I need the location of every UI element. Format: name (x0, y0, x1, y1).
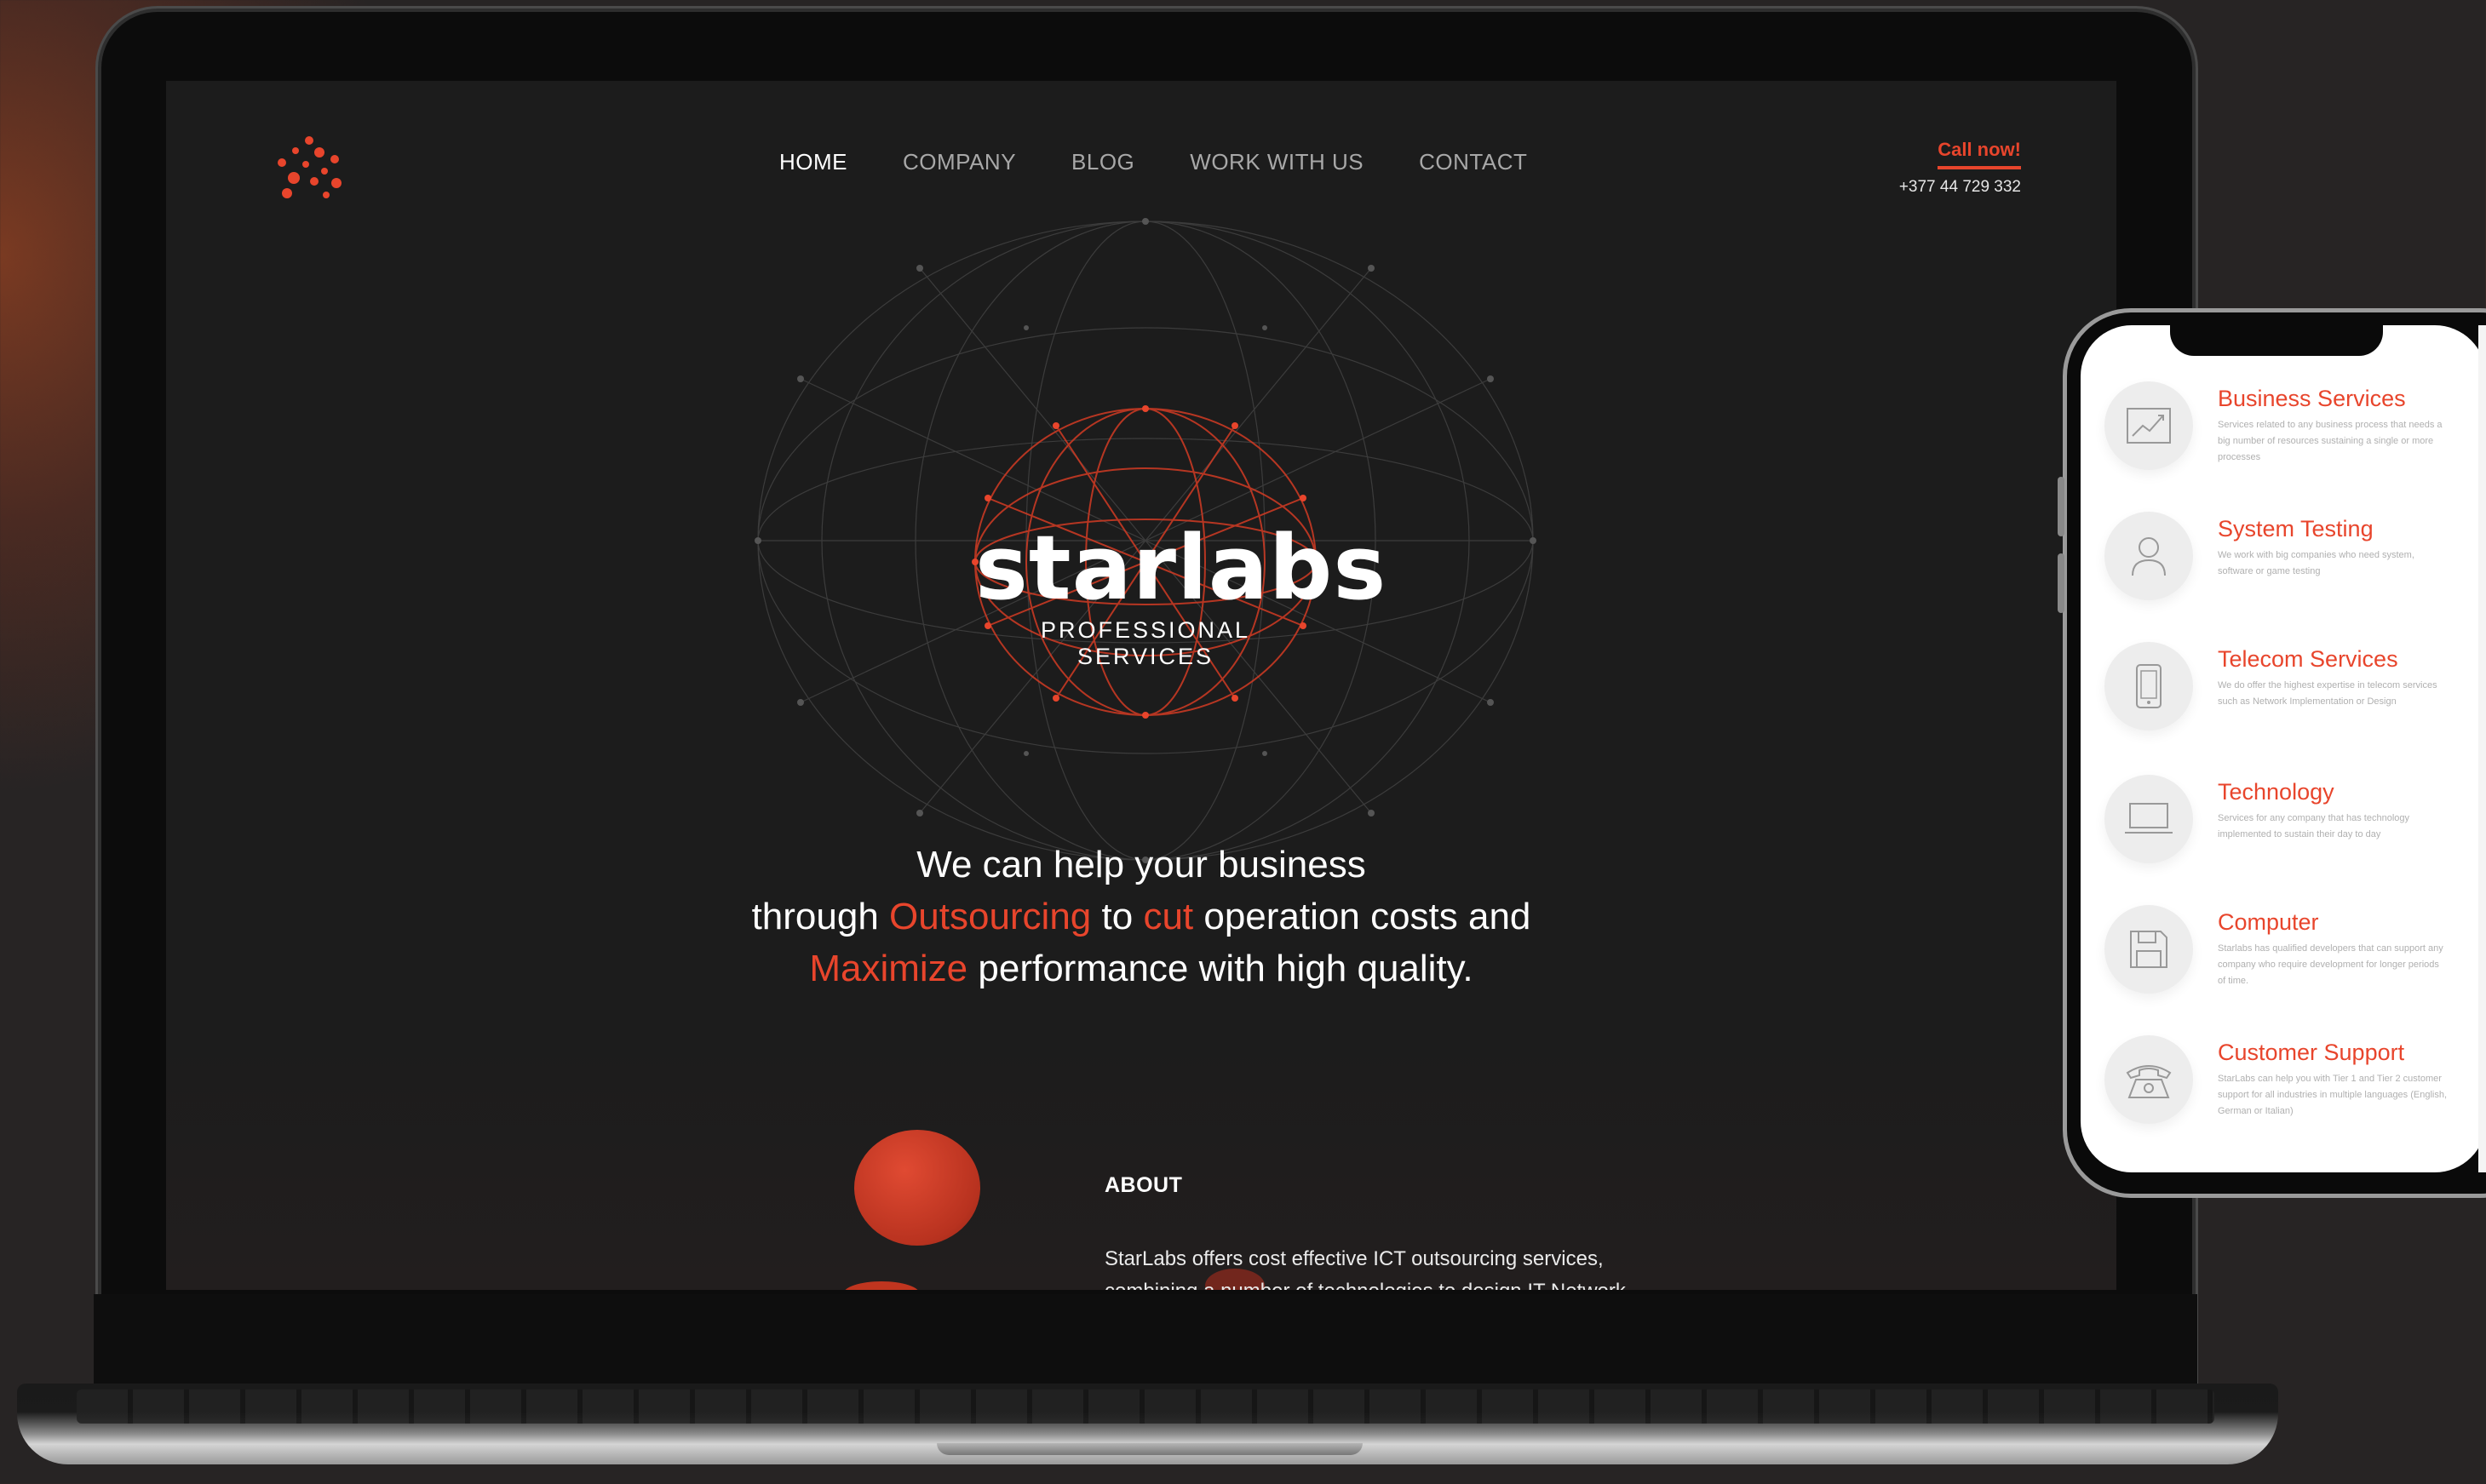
service-title: Technology (2218, 779, 2334, 805)
phone-screen: Business Services Services related to an… (2081, 325, 2486, 1172)
service-description: We do offer the highest expertise in tel… (2218, 680, 2437, 707)
tagline-text: performance with high quality. (967, 948, 1473, 989)
about-line-2: combining a number of technologies to de… (1105, 1275, 1752, 1290)
tagline-line-1: We can help your business (916, 844, 1366, 885)
laptop-screen: HOME COMPANY BLOG WORK WITH US CONTACT C… (166, 81, 2116, 1290)
laptop-icon (2104, 775, 2193, 863)
laptop-hinge-notch (937, 1443, 1363, 1455)
nav-home[interactable]: HOME (779, 149, 847, 175)
about-line-1: StarLabs offers cost effective ICT outso… (1105, 1247, 1604, 1270)
nav-contact[interactable]: CONTACT (1419, 149, 1527, 175)
tagline-highlight-maximize: Maximize (809, 948, 968, 989)
about-decorative-circle (854, 1130, 980, 1246)
about-text: StarLabs offers cost effective ICT outso… (1105, 1243, 1752, 1290)
phone-number[interactable]: +377 44 729 332 (1899, 178, 2021, 197)
tagline-highlight-cut: cut (1143, 896, 1194, 937)
service-title: Telecom Services (2218, 646, 2398, 672)
brand-logo: starlabs PROFESSIONAL SERVICES (975, 516, 1387, 670)
service-title: Business Services (2218, 386, 2406, 411)
service-item-system-testing[interactable]: System Testing We work with big companie… (2081, 512, 2486, 639)
tagline-line-3: Maximize performance with high quality. (609, 943, 1674, 994)
service-title: Computer (2218, 909, 2319, 935)
tagline-text: to (1091, 896, 1144, 937)
telephone-icon (2104, 1035, 2193, 1124)
tagline-text: through (751, 896, 890, 937)
nav-company[interactable]: COMPANY (903, 149, 1016, 175)
brand-subtitle: PROFESSIONAL SERVICES (1040, 617, 1251, 669)
service-description: We work with big companies who need syst… (2218, 550, 2414, 576)
service-title: System Testing (2218, 516, 2374, 541)
service-description: StarLabs can help you with Tier 1 and Ti… (2218, 1074, 2448, 1116)
laptop-keyboard (77, 1389, 2214, 1424)
tagline-line-2: through Outsourcing to cut operation cos… (609, 891, 1674, 943)
phone-notch (2170, 322, 2383, 356)
service-title: Customer Support (2218, 1040, 2405, 1065)
tagline-text: operation costs and (1193, 896, 1531, 937)
phone-side-button (2058, 477, 2064, 536)
service-item-customer-support[interactable]: Customer Support StarLabs can help you w… (2081, 1035, 2486, 1163)
brand-name: starlabs (975, 516, 1387, 620)
service-item-telecom-services[interactable]: Telecom Services We do offer the highest… (2081, 642, 2486, 770)
call-now-block: Call now! +377 44 729 332 (1899, 139, 2021, 197)
user-icon (2104, 512, 2193, 600)
chart-icon (2104, 381, 2193, 470)
nav-blog[interactable]: BLOG (1071, 149, 1134, 175)
phone-screen-edge (2478, 325, 2486, 1172)
service-description: Services for any company that has techno… (2218, 813, 2410, 839)
nav-work-with-us[interactable]: WORK WITH US (1190, 149, 1364, 175)
phone-side-button (2058, 553, 2064, 613)
starlabs-logo-icon[interactable] (275, 134, 347, 202)
service-item-computer[interactable]: Computer Starlabs has qualified develope… (2081, 905, 2486, 1033)
service-item-business-services[interactable]: Business Services Services related to an… (2081, 381, 2486, 509)
hero-tagline: We can help your business through Outsou… (609, 839, 1674, 994)
mobile-icon (2104, 642, 2193, 731)
call-now-link[interactable]: Call now! (1938, 139, 2021, 169)
floppy-icon (2104, 905, 2193, 994)
about-heading: ABOUT (1105, 1173, 1183, 1197)
main-nav: HOME COMPANY BLOG WORK WITH US CONTACT (779, 149, 1527, 175)
laptop-bezel (94, 1294, 2197, 1388)
tagline-highlight-outsourcing: Outsourcing (889, 896, 1092, 937)
service-description: Services related to any business process… (2218, 420, 2443, 462)
service-description: Starlabs has qualified developers that c… (2218, 943, 2443, 986)
service-item-technology[interactable]: Technology Services for any company that… (2081, 775, 2486, 902)
